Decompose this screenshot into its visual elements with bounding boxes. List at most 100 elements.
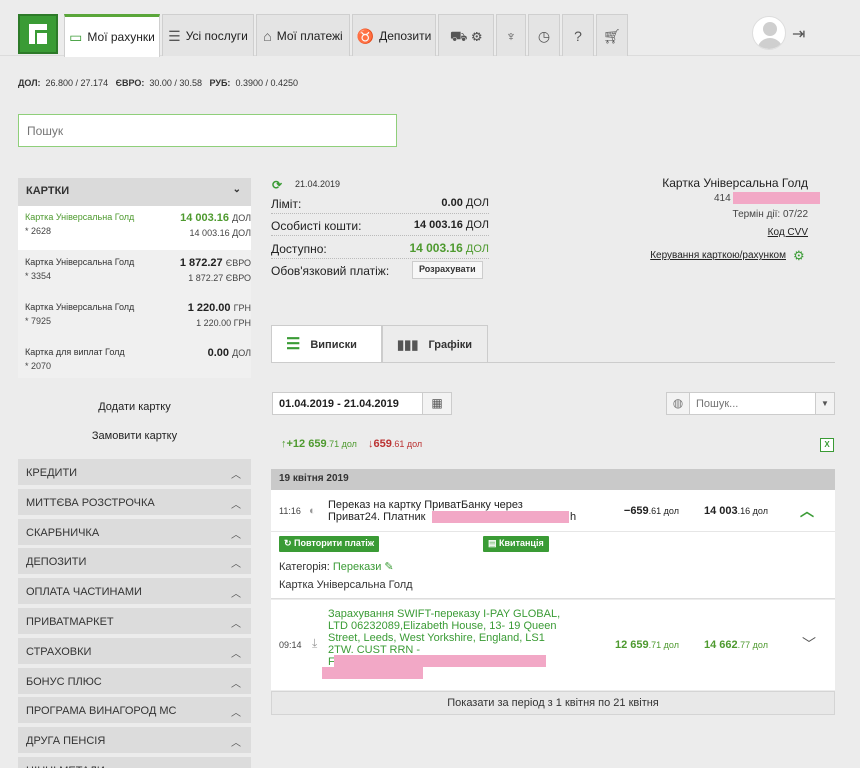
sidebar-section-item[interactable]: ПРОГРАМА ВИНАГОРОД МС ︿ <box>18 697 251 726</box>
tab-deposits[interactable]: ♉ Депозити <box>352 14 436 56</box>
tab-help[interactable]: ? <box>562 14 594 56</box>
piggy-bank-icon: ♉ <box>356 27 375 44</box>
sidebar-section-item[interactable]: БОНУС ПЛЮС ︿ <box>18 667 251 696</box>
gear-icon[interactable]: ⚙ <box>793 248 805 264</box>
edit-icon[interactable]: ✎ <box>384 561 393 573</box>
chevron-up-icon: ︿ <box>231 470 241 481</box>
income-total: ↑+12 659.71 дол <box>281 438 357 450</box>
balance-after: 14 662.77 дол <box>704 639 768 651</box>
sidebar-section-item[interactable]: ПРИВАТМАРКЕТ ︿ <box>18 608 251 636</box>
card-item[interactable]: Картка Універсальна Голд * 3354 1 872.27… <box>18 251 251 295</box>
sidebar-section-label: СТРАХОВКИ <box>26 645 92 658</box>
chevron-up-icon: ︿ <box>231 738 241 750</box>
chevron-up-icon: ︿ <box>231 619 241 630</box>
chevron-up-icon[interactable]: ︿ <box>800 501 814 521</box>
card-balance: 14 003.16 ДОЛ <box>180 212 251 224</box>
category-link[interactable]: Перекази <box>333 561 382 573</box>
sidebar-section-item[interactable]: МИТТЄВА РОЗСТРОЧКА ︿ <box>18 488 251 517</box>
redacted-card-number <box>733 192 820 204</box>
cvv-link[interactable]: Код CVV <box>700 227 808 238</box>
sidebar-section-label: БОНУС ПЛЮС <box>26 675 102 688</box>
chevron-up-icon: ︿ <box>231 648 241 660</box>
sidebar-section-item[interactable]: СТРАХОВКИ ︿ <box>18 637 251 666</box>
limit-value: 0.00 ДОЛ <box>441 197 489 209</box>
day-header: 19 квітня 2019 <box>271 469 835 490</box>
sidebar-section-item[interactable]: КРЕДИТИ ︿ <box>18 459 251 487</box>
category: Категорія: Перекази ✎ <box>279 561 394 573</box>
sidebar-section-label: ДРУГА ПЕНСІЯ <box>26 735 106 748</box>
usd-label: ДОЛ: <box>18 78 41 88</box>
chevron-down-icon[interactable]: ▼ <box>815 392 835 415</box>
trident-icon: ♆ <box>505 27 517 44</box>
tab-state-services[interactable]: ♆ <box>496 14 526 56</box>
calendar-icon[interactable]: ▦ <box>422 392 452 415</box>
privatbank-logo[interactable] <box>18 14 58 54</box>
mandatory-payment-label: Обов'язковий платіж: <box>271 264 390 278</box>
tab-label: Графіки <box>428 338 473 351</box>
tab-label: Мої платежі <box>276 28 343 43</box>
tab-my-accounts[interactable]: ▭ Мої рахунки <box>64 14 160 57</box>
sidebar-section-label: ДЕПОЗИТИ <box>26 556 87 569</box>
card-expiry: Термін дії: 07/22 <box>732 209 808 220</box>
tab-charts[interactable]: ▮▮▮ Графіки <box>382 325 488 363</box>
cards-header[interactable]: КАРТКИ ⌄ <box>18 178 251 206</box>
redacted-rrn-2 <box>322 667 423 679</box>
chevron-up-icon: ︿ <box>231 764 241 768</box>
add-card-link[interactable]: Додати картку <box>18 401 251 413</box>
own-funds-label: Особисті кошти: <box>271 219 362 233</box>
tab-label: Усі послуги <box>185 28 248 43</box>
transaction-amount: 12 659.71 дол <box>615 639 679 651</box>
tab-history[interactable]: ◷ <box>528 14 560 56</box>
show-period-button[interactable]: Показати за період з 1 квітня по 21 квіт… <box>271 691 835 715</box>
tab-transport[interactable]: ⛟ ⚙ <box>438 14 494 56</box>
card-balance: 1 220.00 ГРН <box>187 302 251 314</box>
list-icon: ☰ <box>286 335 301 353</box>
calculate-button[interactable]: Розрахувати <box>412 261 483 279</box>
sidebar-section-label: СКАРБНИЧКА <box>26 526 100 539</box>
excel-export-icon[interactable]: X <box>820 438 834 452</box>
tab-label: Виписки <box>310 338 357 351</box>
sidebar-section-label: ОПЛАТА ЧАСТИНАМИ <box>26 586 142 599</box>
sidebar-section-item[interactable]: СКАРБНИЧКА ︿ <box>18 518 251 547</box>
chevron-down-icon: ⌄ <box>232 184 241 195</box>
rub-rate: 0.3900 / 0.4250 <box>235 78 298 88</box>
sidebar-section-item[interactable]: ДЕПОЗИТИ ︿ <box>18 548 251 577</box>
sidebar-section-item[interactable]: ЦІННІ МЕТАЛИ︿ <box>18 757 251 768</box>
receipt-button[interactable]: ▤ Квитанція <box>483 536 549 552</box>
logout-icon[interactable]: ⇥ <box>792 24 805 44</box>
tab-statements[interactable]: ☰ Виписки <box>271 325 382 363</box>
redacted-payer <box>432 511 569 523</box>
transaction-card: Картка Універсальна Голд <box>279 579 413 591</box>
repeat-payment-button[interactable]: ↻ Повторити платіж <box>279 536 380 552</box>
card-sub-balance: 14 003.16 ДОЛ <box>189 228 251 238</box>
sidebar-section-label: МИТТЄВА РОЗСТРОЧКА <box>26 496 155 509</box>
sidebar-section-item[interactable]: ОПЛАТА ЧАСТИНАМИ ︿ <box>18 578 251 607</box>
card-sub-balance: 1 220.00 ГРН <box>196 318 251 328</box>
date-range-input[interactable]: 01.04.2019 - 21.04.2019 <box>272 392 423 415</box>
card-sub-balance: 1 872.27 ЄВРО <box>188 273 251 283</box>
globe-icon[interactable]: ◍ <box>666 392 690 415</box>
chevron-up-icon: ︿ <box>231 589 241 601</box>
sidebar-section-item[interactable]: ДРУГА ПЕНСІЯ ︿ <box>18 727 251 756</box>
sidebar-section-label: ПРИВАТМАРКЕТ <box>26 616 114 628</box>
chevron-down-icon[interactable]: ﹀ <box>802 634 816 654</box>
tab-shop[interactable]: 🛒︎ <box>596 14 628 56</box>
transactions-search-input[interactable] <box>689 392 816 415</box>
avatar[interactable] <box>752 16 786 50</box>
card-item[interactable]: Картка Універсальна Голд * 2628 14 003.1… <box>18 206 251 250</box>
transaction-row[interactable]: 11:16 ◐ Переказ на картку ПриватБанку че… <box>271 490 835 599</box>
refresh-icon[interactable]: ⟳ <box>272 178 282 192</box>
card-title: Картка Універсальна Голд <box>662 176 808 190</box>
card-item[interactable]: Картка для виплат Голд * 2070 0.00 ДОЛ <box>18 341 251 385</box>
order-card-link[interactable]: Замовити картку <box>18 430 251 442</box>
manage-card-link[interactable]: Керування карткою/рахунком <box>560 250 786 261</box>
card-item[interactable]: Картка Універсальна Голд * 7925 1 220.00… <box>18 296 251 340</box>
chevron-up-icon: ︿ <box>231 559 241 571</box>
balance-after: 14 003.16 дол <box>704 505 768 517</box>
outcome-total: ↓659.61 дол <box>368 438 423 450</box>
tab-my-payments[interactable]: ⌂ Мої платежі <box>256 14 350 56</box>
transaction-row[interactable]: 09:14 ⤓ Зарахування SWIFT-переказу I-PAY… <box>271 600 835 690</box>
search-input[interactable] <box>18 114 397 147</box>
chevron-up-icon: ︿ <box>231 499 241 511</box>
tab-all-services[interactable]: ☰ Усі послуги <box>162 14 254 56</box>
